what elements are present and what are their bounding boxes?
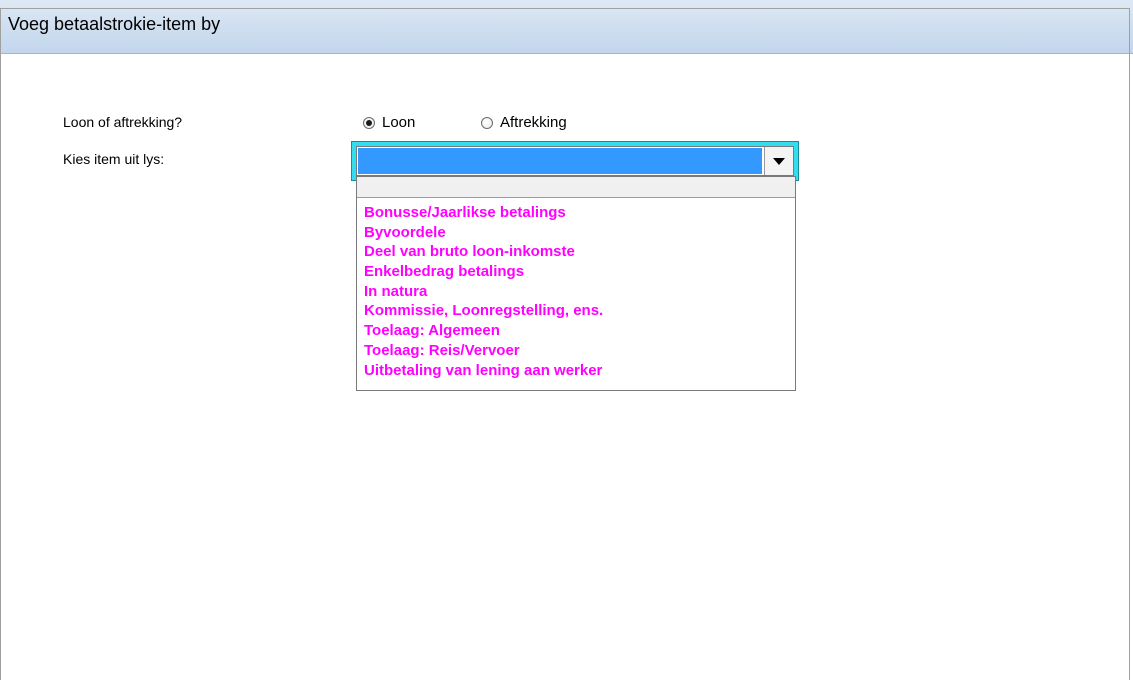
radio-checked-icon[interactable] (363, 116, 375, 129)
frame-right-border (1129, 8, 1130, 680)
dialog-window: Voeg betaalstrokie-item by Loon of aftre… (0, 0, 1133, 680)
item-select-label: Kies item uit lys: (63, 151, 165, 167)
list-item[interactable]: Byvoordele (364, 223, 603, 243)
list-item[interactable]: Uitbetaling van lening aan werker (364, 361, 603, 381)
dropdown-blank-item[interactable] (357, 177, 795, 198)
frame-top-border (0, 8, 1130, 9)
list-item[interactable]: Toelaag: Algemeen (364, 321, 603, 341)
chevron-down-icon (773, 157, 785, 165)
radio-aftrekking-label: Aftrekking (500, 114, 567, 131)
list-item[interactable]: In natura (364, 282, 603, 302)
list-item[interactable]: Kommissie, Loonregstelling, ens. (364, 301, 603, 321)
window-title: Voeg betaalstrokie-item by (8, 14, 221, 34)
radio-loon-label: Loon (382, 114, 416, 131)
list-item[interactable]: Enkelbedrag betalings (364, 262, 603, 282)
list-item[interactable]: Toelaag: Reis/Vervoer (364, 341, 603, 361)
radio-loon[interactable]: Loon (363, 114, 415, 131)
list-item[interactable]: Deel van bruto loon-inkomste (364, 242, 603, 262)
dropdown-items: Bonusse/Jaarlikse betalings Byvoordele D… (364, 203, 603, 380)
combo-selected-value[interactable] (358, 148, 762, 174)
item-dropdown-list[interactable]: Bonusse/Jaarlikse betalings Byvoordele D… (356, 176, 796, 391)
type-question-label: Loon of aftrekking? (63, 114, 183, 130)
combo-dropdown-button[interactable] (764, 147, 793, 175)
frame-left-border (0, 8, 1, 680)
radio-unchecked-icon[interactable] (481, 116, 493, 129)
list-item[interactable]: Bonusse/Jaarlikse betalings (364, 203, 603, 223)
radio-aftrekking[interactable]: Aftrekking (481, 114, 567, 131)
